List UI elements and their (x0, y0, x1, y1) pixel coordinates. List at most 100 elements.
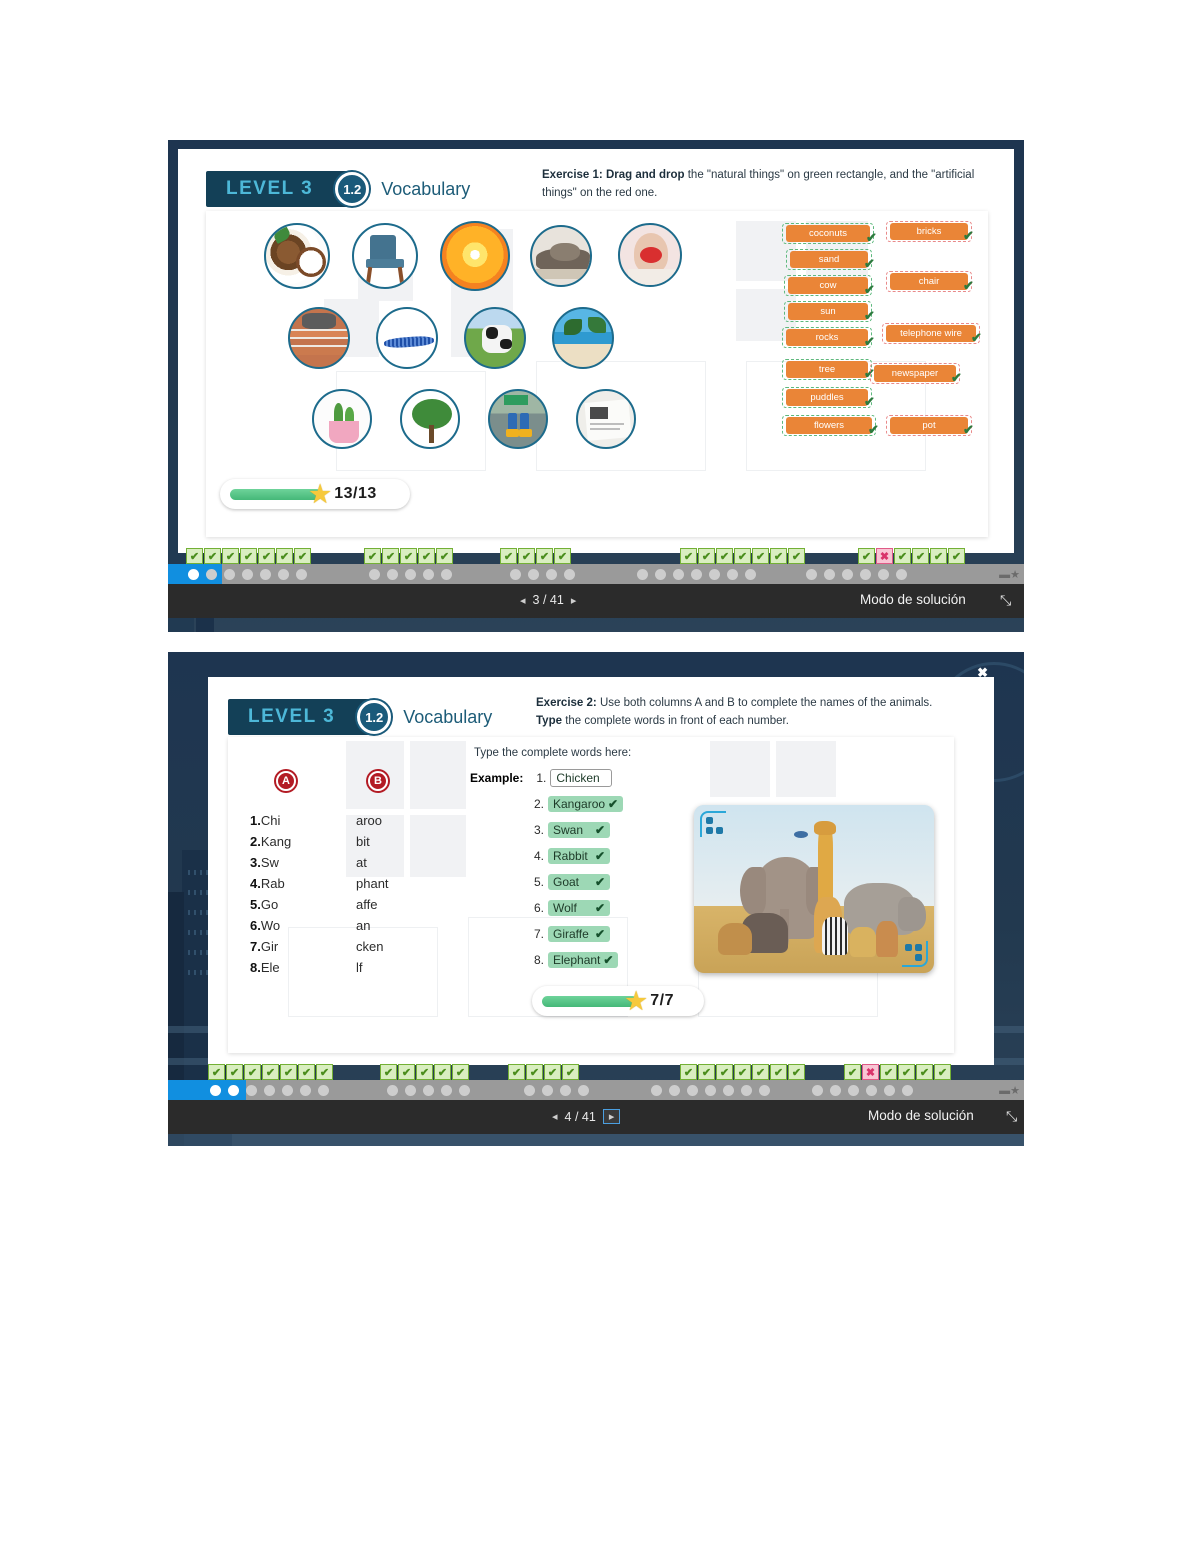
check-mark[interactable]: ✔ (226, 1064, 243, 1080)
page-dot[interactable] (727, 568, 738, 580)
solution-mode-button[interactable]: Modo de solución (860, 592, 966, 607)
tag-tree[interactable]: tree (786, 361, 868, 378)
page-dot[interactable] (546, 568, 557, 580)
tag-sand[interactable]: sand (790, 251, 868, 268)
check-mark[interactable]: ✔ (948, 548, 965, 564)
next-page-button[interactable]: ▸ (602, 1109, 621, 1124)
check-mark[interactable]: ✔ (262, 1064, 279, 1080)
check-mark[interactable]: ✔ (898, 1064, 915, 1080)
tag-pot[interactable]: pot (890, 417, 968, 434)
page-dot[interactable] (246, 1084, 257, 1096)
page-dot[interactable] (824, 568, 835, 580)
next-page-button[interactable]: ▸ (571, 594, 577, 607)
page-dot[interactable] (673, 568, 684, 580)
check-mark[interactable]: ✔ (280, 1064, 297, 1080)
page-dot[interactable] (866, 1084, 877, 1096)
page-dot[interactable] (228, 1084, 239, 1096)
page-dot[interactable] (860, 568, 871, 580)
check-mark[interactable]: ✔ (208, 1064, 225, 1080)
page-dot[interactable] (387, 568, 398, 580)
check-mark[interactable]: ✔ (716, 1064, 733, 1080)
check-mark[interactable]: ✔ (222, 548, 239, 564)
answer-input-swan[interactable]: Swan ✔ (548, 822, 610, 838)
tag-newspaper[interactable]: newspaper (874, 365, 956, 382)
page-dot[interactable] (723, 1084, 734, 1096)
check-mark[interactable]: ✔ (508, 1064, 525, 1080)
page-dot[interactable] (878, 568, 889, 580)
check-mark[interactable]: ✔ (298, 1064, 315, 1080)
page-dot[interactable] (759, 1084, 770, 1096)
page-dot[interactable] (896, 568, 907, 580)
check-mark[interactable]: ✔ (526, 1064, 543, 1080)
check-mark[interactable]: ✔ (204, 548, 221, 564)
page-dot[interactable] (224, 568, 235, 580)
check-mark[interactable]: ✔ (894, 548, 911, 564)
page-dot[interactable] (842, 568, 853, 580)
page-dot[interactable] (423, 1084, 434, 1096)
page-dot[interactable] (387, 1084, 398, 1096)
page-dot[interactable] (812, 1084, 823, 1096)
check-mark[interactable]: ✔ (844, 1064, 861, 1080)
check-mark[interactable]: ✔ (752, 1064, 769, 1080)
check-mark[interactable]: ✔ (416, 1064, 433, 1080)
answer-input-rabbit[interactable]: Rabbit ✔ (548, 848, 610, 864)
answer-input-wolf[interactable]: Wolf ✔ (548, 900, 610, 916)
tag-bricks[interactable]: bricks (890, 223, 968, 240)
check-mark[interactable]: ✔ (934, 1064, 951, 1080)
check-mark[interactable]: ✔ (698, 1064, 715, 1080)
check-mark[interactable]: ✔ (752, 548, 769, 564)
check-mark[interactable]: ✔ (770, 1064, 787, 1080)
check-mark[interactable]: ✔ (380, 1064, 397, 1080)
check-mark[interactable]: ✔ (240, 548, 257, 564)
page-dot[interactable] (188, 568, 199, 580)
check-mark[interactable]: ✔ (518, 548, 535, 564)
page-dot[interactable] (848, 1084, 859, 1096)
check-mark[interactable]: ✔ (418, 548, 435, 564)
page-dot[interactable] (510, 568, 521, 580)
prev-page-button[interactable]: ◂ (552, 1110, 558, 1123)
page-dot[interactable] (318, 1084, 329, 1096)
check-mark[interactable]: ✔ (734, 1064, 751, 1080)
answer-input-chicken[interactable]: Chicken (550, 769, 613, 787)
page-dot[interactable] (260, 568, 271, 580)
page-dot[interactable] (206, 568, 217, 580)
tag-puddles[interactable]: puddles (786, 389, 868, 406)
page-dot[interactable] (242, 568, 253, 580)
check-mark[interactable]: ✔ (186, 548, 203, 564)
check-mark[interactable]: ✔ (436, 548, 453, 564)
check-mark[interactable]: ✔ (680, 1064, 697, 1080)
check-mark[interactable]: ✔ (916, 1064, 933, 1080)
fullscreen-icon[interactable]: ⤡ (1000, 592, 1011, 609)
check-mark[interactable]: ✔ (316, 1064, 333, 1080)
check-mark[interactable]: ✔ (554, 548, 571, 564)
cross-mark[interactable]: ✖ (862, 1064, 879, 1080)
check-mark[interactable]: ✔ (364, 548, 381, 564)
check-mark[interactable]: ✔ (788, 1064, 805, 1080)
page-dot[interactable] (542, 1084, 553, 1096)
check-mark[interactable]: ✔ (770, 548, 787, 564)
check-mark[interactable]: ✔ (500, 548, 517, 564)
check-mark[interactable]: ✔ (258, 548, 275, 564)
check-mark[interactable]: ✔ (536, 548, 553, 564)
tag-flowers[interactable]: flowers (786, 417, 872, 434)
page-dot[interactable] (278, 568, 289, 580)
answer-input-elephant[interactable]: Elephant ✔ (548, 952, 619, 968)
page-dot[interactable] (669, 1084, 680, 1096)
check-mark[interactable]: ✔ (562, 1064, 579, 1080)
page-dot[interactable] (560, 1084, 571, 1096)
check-mark[interactable]: ✔ (382, 548, 399, 564)
page-dot[interactable] (687, 1084, 698, 1096)
check-mark[interactable]: ✔ (434, 1064, 451, 1080)
page-dot-bar-2[interactable]: ▬★ (168, 1080, 1024, 1100)
page-dot[interactable] (691, 568, 702, 580)
page-dot[interactable] (902, 1084, 913, 1096)
page-dot[interactable] (705, 1084, 716, 1096)
check-mark[interactable]: ✔ (294, 548, 311, 564)
page-dot[interactable] (806, 568, 817, 580)
prev-page-button[interactable]: ◂ (520, 594, 526, 607)
page-dot[interactable] (210, 1084, 221, 1096)
page-dot[interactable] (441, 568, 452, 580)
answer-input-goat[interactable]: Goat ✔ (548, 874, 610, 890)
check-mark[interactable]: ✔ (880, 1064, 897, 1080)
page-dot[interactable] (369, 568, 380, 580)
